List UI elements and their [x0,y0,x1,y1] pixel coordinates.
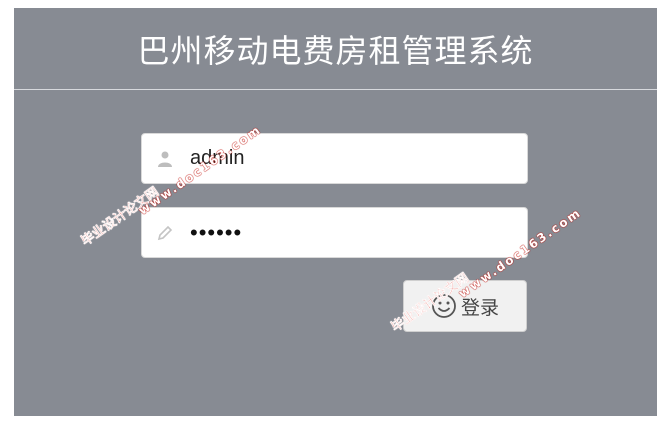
password-value[interactable]: •••••• [190,208,242,257]
pencil-icon [157,225,173,241]
password-field[interactable]: •••••• [141,207,528,258]
header-bar: 巴州移动电费房租管理系统 [14,8,657,90]
page-title: 巴州移动电费房租管理系统 [137,31,534,70]
user-icon [158,151,172,167]
